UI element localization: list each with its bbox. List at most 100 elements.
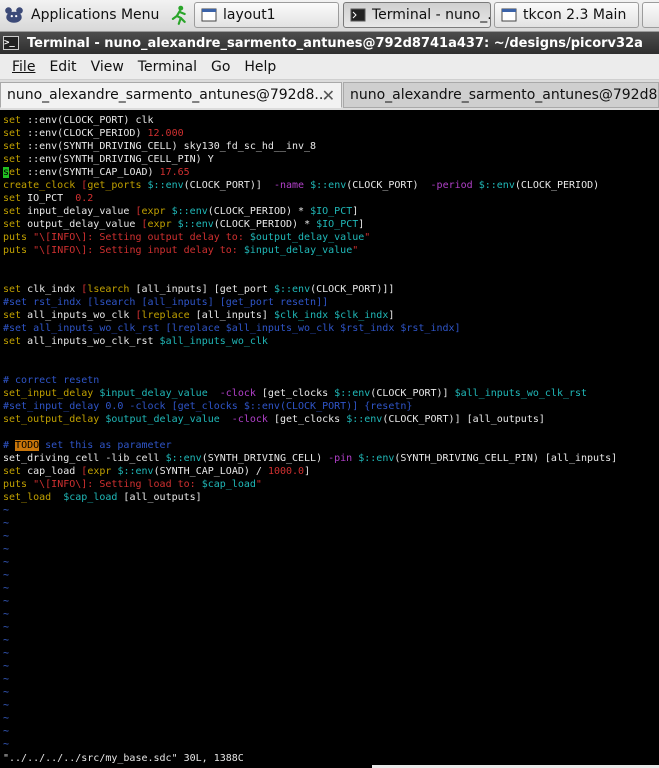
menu-edit[interactable]: Edit <box>49 59 76 75</box>
terminal-editor[interactable]: set ::env(CLOCK_PORT) clk set ::env(CLOCK… <box>0 111 659 768</box>
code-line: puts "\[INFO\]: Setting input delay to: … <box>3 244 358 257</box>
code-token: $input_delay_value <box>99 388 208 399</box>
code-line: #set_input_delay 0.0 -clock [get_clocks … <box>3 400 412 413</box>
menu-view[interactable]: View <box>91 59 124 75</box>
mouse-logo-icon <box>5 7 23 23</box>
code-line: set_output_delay $output_delay_value -cl… <box>3 413 545 426</box>
empty-line-tilde: ~ <box>3 531 10 542</box>
code-token: # <box>3 440 16 451</box>
code-line: set IO_PCT 0.2 <box>3 192 93 205</box>
code-token: set_output_delay <box>3 414 100 425</box>
menu-file[interactable]: File <box>12 59 35 75</box>
taskbar-button-layout1[interactable]: layout1 <box>194 2 339 28</box>
code-token: $IO_PCT <box>316 219 359 230</box>
code-token: (SYNTH_CAP_LOAD) / <box>153 466 268 477</box>
window-icon <box>201 8 217 22</box>
code-line: puts "\[INFO\]: Setting load to: $cap_lo… <box>3 478 262 491</box>
code-token: (CLOCK_PORT)]] <box>310 284 395 295</box>
code-token: set <box>3 115 22 126</box>
code-token: $input_delay_value <box>243 245 353 256</box>
code-token: 1000.0 <box>267 466 305 477</box>
empty-line-tilde: ~ <box>3 674 10 685</box>
code-token: $::env <box>165 453 202 464</box>
taskbar-button-label: tkcon 2.3 Main <box>523 7 627 23</box>
empty-line-tilde: ~ <box>3 596 10 607</box>
code-token: $all_inputs_wo_clk_rst <box>454 388 588 399</box>
code-token: create_clock <box>3 180 76 191</box>
code-token: set <box>3 219 22 230</box>
code-token: -name <box>273 180 305 191</box>
taskbar-button-label: Terminal - nuno_... <box>372 7 491 23</box>
code-token: "\[INFO\]: Setting output delay to: <box>33 232 250 243</box>
window-title-bar[interactable]: >_ Terminal - nuno_alexandre_sarmento_an… <box>0 32 659 54</box>
code-line: set clk_indx [lsearch [all_inputs] [get_… <box>3 283 394 296</box>
empty-line-tilde: ~ <box>3 713 10 724</box>
taskbar-button-overflow[interactable] <box>642 2 659 28</box>
code-token: puts <box>3 232 28 243</box>
code-token: " <box>364 232 371 243</box>
menu-terminal[interactable]: Terminal <box>138 59 197 75</box>
code-token: ::env(SYNTH_DRIVING_CELL) sky130_fd_sc_h… <box>21 141 317 152</box>
code-token: (CLOCK_PERIOD) <box>514 180 600 191</box>
code-line: #set all_inputs_wo_clk_rst [lreplace $al… <box>3 322 461 335</box>
menu-go[interactable]: Go <box>211 59 230 75</box>
code-line: # correct resetn <box>3 374 99 387</box>
code-token: et <box>9 167 22 178</box>
empty-line-tilde: ~ <box>3 635 10 646</box>
code-token: set <box>3 336 22 347</box>
code-token: $::env <box>310 180 347 191</box>
code-token: expr <box>147 219 172 230</box>
code-token: 12.000 <box>147 128 184 139</box>
empty-line-tilde: ~ <box>3 648 10 659</box>
empty-line-tilde: ~ <box>3 661 10 672</box>
close-tab-icon[interactable]: ✕ <box>322 86 335 105</box>
window-title: Terminal - nuno_alexandre_sarmento_antun… <box>27 35 643 51</box>
code-line: #set rst_indx [lsearch [all_inputs] [get… <box>3 296 328 309</box>
code-line: set_load $cap_load [all_outputs] <box>3 491 202 504</box>
code-token: $::env <box>334 388 371 399</box>
taskbar-button-terminal[interactable]: Terminal - nuno_... <box>343 2 491 28</box>
menu-help[interactable]: Help <box>244 59 276 75</box>
empty-line-tilde: ~ <box>3 609 10 620</box>
tab-label: nuno_alexandre_sarmento_antunes@792d8... <box>7 87 328 103</box>
menu-bar: File Edit View Terminal Go Help <box>0 54 659 80</box>
code-token: #set rst_indx [lsearch [all_inputs] [get… <box>3 297 329 308</box>
tab-label: nuno_alexandre_sarmento_antunes@792d87..… <box>350 87 659 103</box>
applications-menu-button[interactable]: Applications Menu <box>3 2 189 28</box>
code-token: input_delay_value <box>21 206 136 217</box>
code-line: set_input_delay $input_delay_value -cloc… <box>3 387 587 400</box>
code-line: set cap_load [expr $::env(SYNTH_CAP_LOAD… <box>3 465 310 478</box>
taskbar-button-tkcon[interactable]: tkcon 2.3 Main <box>494 2 639 28</box>
code-token: $output_delay_value <box>105 414 220 425</box>
code-line: set_driving_cell -lib_cell $::env(SYNTH_… <box>3 452 617 465</box>
code-line: set all_inputs_wo_clk_rst $all_inputs_wo… <box>3 335 268 348</box>
code-token: set <box>3 154 22 165</box>
empty-line-tilde: ~ <box>3 544 10 555</box>
empty-line-tilde: ~ <box>3 726 10 737</box>
code-line: set output_delay_value [expr $::env(CLOC… <box>3 218 364 231</box>
code-token: expr <box>141 206 166 217</box>
code-token: cap_load <box>21 466 82 477</box>
code-token: -period <box>430 180 473 191</box>
code-token: (CLOCK_PORT)] <box>370 388 455 399</box>
code-token: $::env <box>147 180 184 191</box>
code-token: puts <box>3 245 28 256</box>
empty-line-tilde: ~ <box>3 583 10 594</box>
code-token: "\[INFO\]: Setting input delay to: <box>33 245 244 256</box>
code-token: set <box>3 466 22 477</box>
code-token: IO_PCT <box>21 193 76 204</box>
code-token: (SYNTH_DRIVING_CELL_PIN) [all_inputs] <box>394 453 618 464</box>
code-line: # TODO set this as parameter <box>3 439 172 452</box>
code-token: $::env <box>273 284 311 295</box>
terminal-tab-2[interactable]: nuno_alexandre_sarmento_antunes@792d87..… <box>343 82 659 108</box>
running-man-icon <box>172 5 187 25</box>
code-line: set ::env(CLOCK_PORT) clk <box>3 114 154 127</box>
code-token: (CLOCK_PORT) <box>346 180 431 191</box>
code-token: $::env <box>177 219 214 230</box>
code-token: [all_inputs] <box>189 310 274 321</box>
terminal-tab-1[interactable]: nuno_alexandre_sarmento_antunes@792d8...… <box>0 82 342 108</box>
empty-line-tilde: ~ <box>3 687 10 698</box>
code-token: $all_inputs_wo_clk <box>159 336 268 347</box>
code-token: puts <box>3 479 28 490</box>
